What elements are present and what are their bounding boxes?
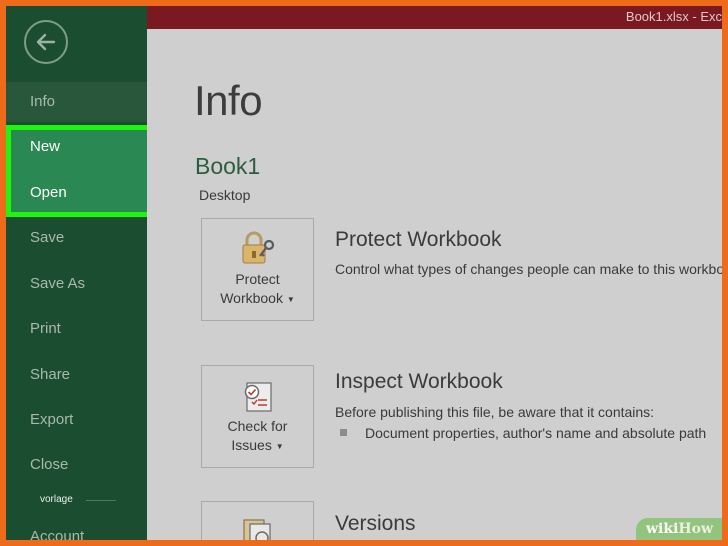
sidebar-item-account[interactable]: Account [6,517,147,540]
info-pane: Info Book1 Desktop Protect Workbook ▼ Pr… [147,29,722,540]
sidebar-item-label: New [30,138,61,155]
title-bar: Book1.xlsx - Exc [147,6,722,29]
sidebar-item-open[interactable]: Open [6,173,147,213]
protect-workbook-label: Protect Workbook ▼ [220,271,295,306]
protect-workbook-desc: Control what types of changes people can… [335,261,722,277]
sidebar-item-label: Close [30,456,69,473]
sidebar-item-info[interactable]: Info [6,82,147,122]
bullet-marker [340,429,347,436]
sidebar-item-export[interactable]: Export [6,400,147,440]
back-button[interactable] [24,20,68,64]
checklist-document-icon [238,378,278,417]
sidebar-item-save[interactable]: Save [6,218,147,258]
sidebar-divider [86,500,116,501]
sidebar-tooltip-text: vorlage [40,494,73,505]
inspect-workbook-desc: Before publishing this file, be aware th… [335,404,655,420]
page-title: Info [194,77,263,124]
wikihow-watermark: wikiHow [636,518,722,540]
sidebar-item-close[interactable]: Close [6,445,147,485]
protect-workbook-title: Protect Workbook [335,228,502,251]
sidebar-item-label: Save [30,229,65,246]
workbook-name: Book1 [195,153,261,179]
inspect-bullet-text: Document properties, author's name and a… [365,425,707,441]
check-for-issues-label: Check for Issues ▼ [227,418,288,453]
dropdown-caret-icon: ▼ [275,441,284,451]
check-for-issues-button[interactable]: Check for Issues ▼ [201,365,314,468]
sidebar-item-share[interactable]: Share [6,355,147,395]
protect-workbook-button[interactable]: Protect Workbook ▼ [201,218,314,321]
workbook-location: Desktop [199,187,251,203]
window-title: Book1.xlsx - Exc [625,9,722,24]
sidebar-item-save-as[interactable]: Save As [6,264,147,304]
versions-icon [238,516,278,540]
sidebar-item-label: Save As [30,275,86,292]
sidebar-item-label: Open [30,184,67,201]
backstage-sidebar: Info New Open Save Save As Print Share E… [6,6,161,540]
excel-backstage-window: Info New Open Save Save As Print Share E… [6,6,722,540]
sidebar-item-label: Info [30,93,56,110]
sidebar-item-print[interactable]: Print [6,309,147,349]
versions-title: Versions [335,512,416,535]
sidebar-item-label: Account [30,528,85,540]
sidebar-item-label: Print [30,320,61,337]
sidebar-item-new[interactable]: New [6,127,147,167]
sidebar-item-label: Share [30,366,71,383]
lock-key-icon [238,231,278,268]
sidebar-item-label: Export [30,411,74,428]
back-arrow-icon [36,33,56,51]
inspect-workbook-title: Inspect Workbook [335,370,503,393]
dropdown-caret-icon: ▼ [286,294,295,304]
manage-versions-button[interactable] [201,501,314,540]
